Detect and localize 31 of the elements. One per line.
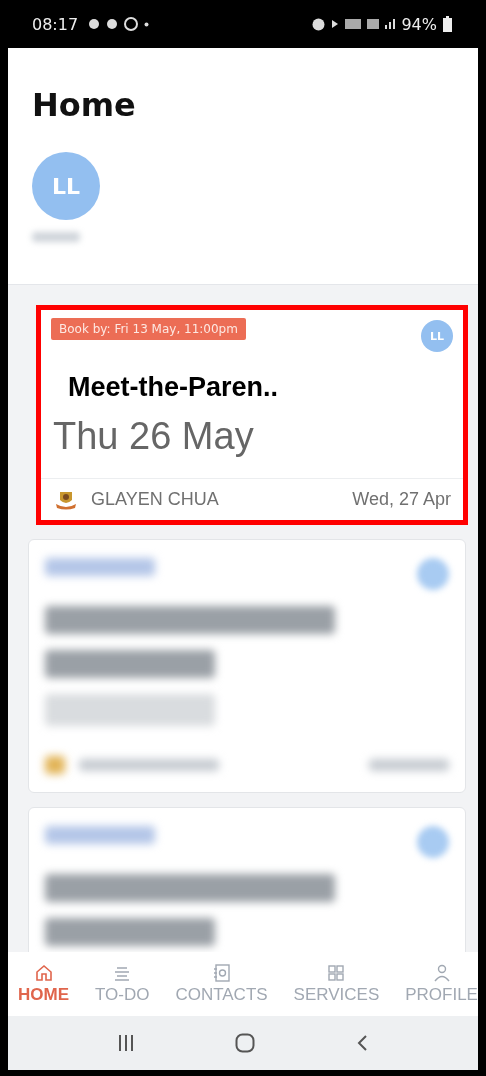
event-date: Thu 26 May [52,414,255,459]
event-card[interactable]: Book by: Fri 13 May, 11:00pm LL Meet-the-Paren.. Thu 26 May GLAYEN CHUA Wed, 27 Apr [36,305,468,525]
user-avatar: LL [421,320,453,352]
event-title: Meet-the-Paren.. [67,371,280,403]
sender-name: GLAYEN CHUA [91,489,219,510]
redacted-name [32,232,80,242]
crest-icon [55,489,77,510]
notification-icon [106,18,119,30]
sent-date: Wed, 27 Apr [352,489,451,510]
nav-tab[interactable]: HOME [18,963,69,1005]
clock: 08:17 [32,14,79,34]
nav-tab[interactable]: SERVICES [293,963,380,1005]
nav-tab[interactable]: TO-DO [94,963,150,1005]
notification-icon [88,18,101,30]
home-button-icon[interactable] [235,1033,255,1053]
home-icon [33,963,54,983]
nav-tab[interactable]: PROFILE [405,963,478,1005]
page-title: Home [32,86,136,124]
redacted-card[interactable] [28,539,466,793]
back-icon[interactable] [355,1034,368,1052]
more-dot-icon [144,21,150,27]
signal-icon [385,19,396,29]
battery-percent: 94% [401,14,437,34]
user-avatar[interactable]: LL [32,152,100,220]
deadline-badge: Book by: Fri 13 May, 11:00pm [51,318,246,340]
grid-icon [326,963,347,983]
person-icon [431,963,452,983]
recent-apps-icon[interactable] [118,1034,135,1052]
nav-tab[interactable]: CONTACTS [175,963,268,1005]
battery-icon [443,16,452,32]
contact-book-icon [211,963,232,983]
